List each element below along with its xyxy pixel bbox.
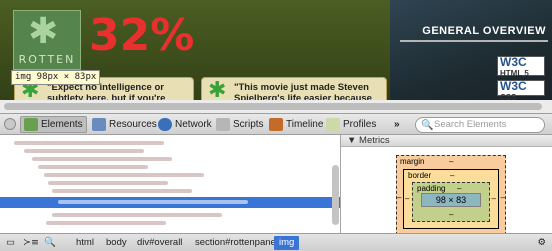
breadcrumb-div-overall[interactable]: div#overall <box>137 237 182 249</box>
tab-resources[interactable]: Resources <box>92 117 157 132</box>
elements-icon <box>24 117 38 131</box>
selected-dom-node[interactable] <box>0 197 340 208</box>
rotten-logo: ✱ ROTTEN <box>13 10 81 70</box>
selected-node-text <box>58 200 248 204</box>
element-dimension-tooltip: img 98px × 83px <box>11 70 101 85</box>
devtools-status-bar: ▭ ≻≡ 🔍 html body div#overall section#rot… <box>0 233 552 251</box>
profiles-icon <box>326 117 340 131</box>
dom-node[interactable] <box>52 189 192 193</box>
dom-node[interactable] <box>38 165 148 169</box>
breadcrumb-body[interactable]: body <box>106 237 127 249</box>
splat-icon: ✱ <box>208 78 227 103</box>
dom-tree-scrollbar[interactable] <box>332 165 339 225</box>
resources-icon <box>92 117 106 131</box>
dock-toggle-icon[interactable]: ▭ <box>6 237 15 249</box>
overview-title: GENERAL OVERVIEW <box>422 25 546 37</box>
disclosure-triangle-icon: ▼ <box>347 135 357 146</box>
content-box: 98 × 83 <box>421 193 481 207</box>
search-input[interactable]: 🔍 Search Elements <box>415 117 545 133</box>
styles-sidebar: ▼ Metrics margin – border – padding – 98… <box>340 135 552 233</box>
network-icon <box>158 117 172 131</box>
divider <box>400 40 548 42</box>
breadcrumb-img[interactable]: img <box>274 236 300 250</box>
dom-node[interactable] <box>32 157 172 161</box>
breadcrumb-html[interactable]: html <box>76 237 94 249</box>
more-tabs-button[interactable]: » <box>394 117 400 132</box>
tab-network[interactable]: Network <box>158 117 212 132</box>
padding-bottom-value: – <box>449 210 454 219</box>
inspected-webpage: ✱ ROTTEN 32% ✱ "Expect no intelligence o… <box>0 0 552 113</box>
console-icon[interactable]: ≻≡ <box>23 237 39 249</box>
border-top-value: – <box>450 171 455 180</box>
tab-profiles[interactable]: Profiles <box>326 117 376 132</box>
close-devtools-button[interactable] <box>4 118 16 130</box>
margin-left-value: – <box>397 193 402 202</box>
w3c-html5-badge[interactable]: W3C HTML 5 <box>497 56 545 78</box>
devtools-toolbar: Elements Resources Network Scripts Timel… <box>0 113 552 135</box>
logo-text: ROTTEN <box>18 53 76 66</box>
border-right-value: – <box>491 194 496 203</box>
dom-tree-panel[interactable] <box>0 135 340 233</box>
breadcrumb-section-rottenpane[interactable]: section#rottenpane <box>195 237 276 249</box>
scripts-icon <box>216 117 230 131</box>
border-left-value: – <box>405 194 410 203</box>
dom-node[interactable] <box>46 221 166 225</box>
scrollbar-thumb[interactable] <box>4 103 542 110</box>
dom-node[interactable] <box>24 149 144 153</box>
inspect-search-icon[interactable]: 🔍 <box>44 237 56 249</box>
tab-elements[interactable]: Elements <box>20 116 87 133</box>
margin-top-value: – <box>449 157 454 166</box>
search-icon: 🔍 <box>421 120 434 131</box>
page-horizontal-scrollbar[interactable] <box>0 100 552 113</box>
w3c-css-badge[interactable]: W3C CSS <box>497 80 545 102</box>
timeline-icon <box>269 117 283 131</box>
dom-node[interactable] <box>14 141 164 145</box>
dom-node[interactable] <box>52 213 222 217</box>
general-overview-panel: GENERAL OVERVIEW W3C HTML 5 W3C CSS <box>390 0 552 113</box>
tomatometer-score: 32% <box>89 10 195 61</box>
border-box: border – padding – 98 × 83 – – – <box>403 169 499 229</box>
splat-icon: ✱ <box>28 11 59 52</box>
dom-node[interactable] <box>44 173 204 177</box>
tab-timeline[interactable]: Timeline <box>269 117 323 132</box>
tab-scripts[interactable]: Scripts <box>216 117 264 132</box>
border-label: border <box>408 171 432 180</box>
margin-label: margin <box>400 157 425 166</box>
margin-right-value: – <box>500 193 505 202</box>
metrics-section-header[interactable]: ▼ Metrics <box>341 135 552 147</box>
settings-icon[interactable]: ⚙ <box>537 237 546 249</box>
margin-box: margin – border – padding – 98 × 83 – – … <box>396 155 506 233</box>
padding-box: padding – 98 × 83 – <box>412 182 490 222</box>
dom-node[interactable] <box>48 181 168 185</box>
